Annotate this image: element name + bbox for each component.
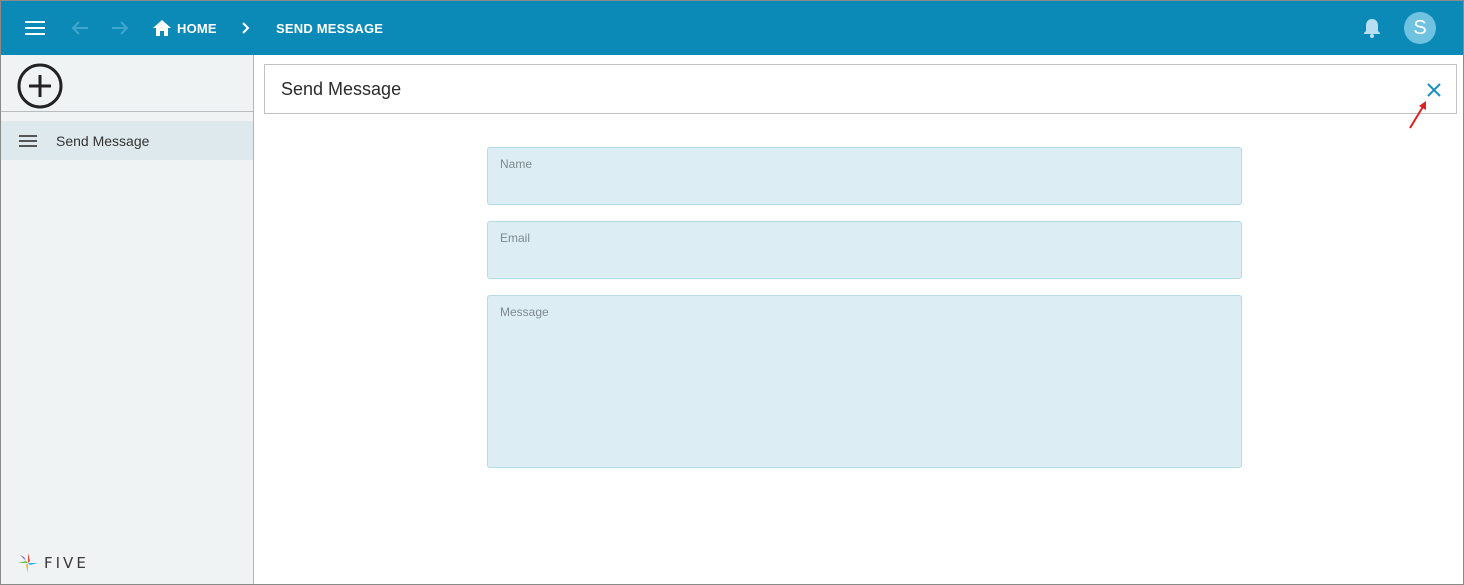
sidebar-item-send-message[interactable]: Send Message [1,121,253,160]
breadcrumb-current-label: SEND MESSAGE [276,20,384,36]
logo-text: FIVE [44,554,89,572]
name-input[interactable] [500,174,1228,196]
email-field[interactable]: Email [487,221,1242,279]
annotation-arrow-icon [1409,101,1426,129]
name-field[interactable]: Name [487,147,1242,205]
breadcrumb-home-label: HOME [177,20,217,36]
email-input[interactable] [500,248,1228,270]
bell-icon[interactable] [1360,15,1384,41]
message-field-label: Message [500,305,549,319]
avatar-initial: S [1413,16,1427,39]
message-textarea[interactable] [500,322,1228,462]
top-app-bar: HOME SEND MESSAGE S [1,1,1463,55]
email-field-label: Email [500,231,531,245]
page-title: Send Message [281,79,402,99]
menu-lines-icon [19,134,39,148]
app-window: HOME SEND MESSAGE S Send Message FIVE Se… [0,0,1464,585]
sidebar-divider [1,111,253,112]
form-header: Send Message [264,64,1457,114]
name-field-label: Name [500,157,533,171]
chevron-right-icon [239,19,253,37]
five-logo-icon [18,553,38,573]
avatar[interactable]: S [1404,12,1436,44]
message-field[interactable]: Message [487,295,1242,468]
hamburger-icon[interactable] [21,15,49,41]
sidebar-item-label: Send Message [56,132,150,149]
arrow-right-icon[interactable] [107,15,133,41]
sidebar: Send Message FIVE [1,55,254,584]
plus-circle-icon[interactable] [17,63,63,109]
arrow-left-icon[interactable] [67,15,93,41]
home-icon [153,20,171,36]
breadcrumb-current: SEND MESSAGE [276,17,383,39]
five-logo: FIVE [16,551,89,575]
breadcrumb-home[interactable]: HOME [153,17,217,39]
